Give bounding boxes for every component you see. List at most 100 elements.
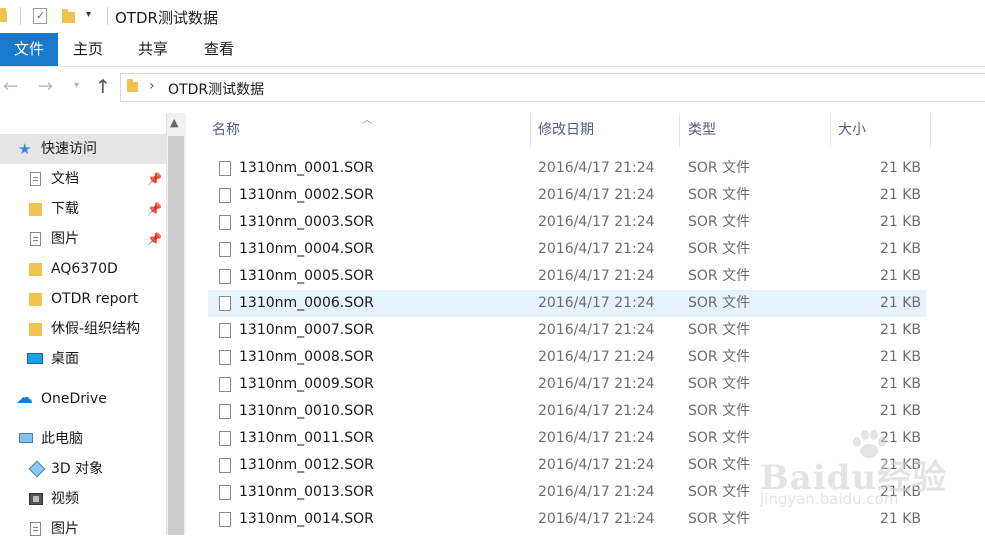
- forward-button[interactable]: →: [38, 76, 53, 97]
- customize-quick-access-dropdown[interactable]: ▾: [86, 9, 91, 20]
- folder-icon: [29, 323, 42, 336]
- back-button[interactable]: ←: [3, 76, 18, 97]
- sidebar-item-label: 此电脑: [41, 431, 83, 447]
- sidebar-item-label: 下载: [51, 201, 79, 217]
- sidebar-item-downloads[interactable]: 下载 📌: [0, 194, 166, 224]
- file-name: 1310nm_0014.SOR: [239, 511, 374, 527]
- sidebar-item-label: OTDR report: [51, 291, 139, 307]
- file-name: 1310nm_0006.SOR: [239, 295, 374, 311]
- file-icon: [219, 485, 231, 500]
- sidebar-item-vacation-org[interactable]: 休假-组织结构: [0, 314, 166, 344]
- window-title: OTDR测试数据: [115, 9, 218, 27]
- file-modified-date: 2016/4/17 21:24: [538, 484, 655, 500]
- sidebar-item-pictures[interactable]: 图片 📌: [0, 224, 166, 254]
- recent-locations-dropdown[interactable]: ▾: [74, 80, 79, 91]
- column-header-size[interactable]: 大小: [838, 113, 866, 147]
- column-header-date[interactable]: 修改日期: [538, 113, 594, 147]
- table-row[interactable]: 1310nm_0006.SOR 2016/4/17 21:24 SOR 文件 21 K…: [208, 290, 926, 317]
- file-icon: [219, 458, 231, 473]
- file-modified-date: 2016/4/17 21:24: [538, 349, 655, 365]
- column-header-name[interactable]: 名称: [212, 113, 240, 147]
- sidebar-item-3d-objects[interactable]: 3D 对象: [0, 454, 166, 484]
- file-modified-date: 2016/4/17 21:24: [538, 511, 655, 527]
- video-icon: [29, 493, 43, 505]
- table-row[interactable]: 1310nm_0004.SOR 2016/4/17 21:24 SOR 文件 21 K…: [208, 236, 926, 263]
- column-divider[interactable]: [530, 113, 531, 147]
- sidebar-item-label: 文档: [51, 171, 79, 187]
- sidebar-item-label: 休假-组织结构: [51, 321, 141, 337]
- file-type: SOR 文件: [688, 484, 751, 500]
- column-divider[interactable]: [930, 113, 931, 147]
- sidebar-item-documents[interactable]: 文档 📌: [0, 164, 166, 194]
- file-type: SOR 文件: [688, 160, 751, 176]
- tab-share[interactable]: 共享: [122, 33, 184, 66]
- file-icon: [219, 296, 231, 311]
- file-type: SOR 文件: [688, 376, 751, 392]
- watermark-url: jingyan.baidu.com: [760, 490, 899, 508]
- file-name: 1310nm_0008.SOR: [239, 349, 374, 365]
- table-row[interactable]: 1310nm_0007.SOR 2016/4/17 21:24 SOR 文件 21 K…: [208, 317, 926, 344]
- sidebar-item-label: 视频: [51, 491, 79, 507]
- pin-icon[interactable]: 📌: [147, 194, 162, 224]
- sidebar-item-onedrive[interactable]: ☁ OneDrive: [0, 384, 166, 414]
- table-row[interactable]: 1310nm_0010.SOR 2016/4/17 21:24 SOR 文件 21 K…: [208, 398, 926, 425]
- sidebar-item-this-pc[interactable]: 此电脑: [0, 424, 166, 454]
- file-modified-date: 2016/4/17 21:24: [538, 187, 655, 203]
- sidebar-item-quick-access[interactable]: ★ 快速访问: [0, 134, 166, 164]
- properties-icon[interactable]: ✓: [33, 8, 47, 24]
- file-size: 21 KB: [879, 322, 921, 338]
- file-size: 21 KB: [879, 160, 921, 176]
- file-modified-date: 2016/4/17 21:24: [538, 268, 655, 284]
- sidebar-item-desktop[interactable]: 桌面: [0, 344, 166, 374]
- up-button[interactable]: ↑: [95, 76, 111, 98]
- table-row[interactable]: 1310nm_0001.SOR 2016/4/17 21:24 SOR 文件 21 K…: [208, 155, 926, 182]
- ribbon-tabs: 文件 主页 共享 查看: [0, 33, 985, 67]
- file-size: 21 KB: [879, 214, 921, 230]
- file-icon: [219, 377, 231, 392]
- sidebar-item-videos[interactable]: 视频: [0, 484, 166, 514]
- file-size: 21 KB: [879, 376, 921, 392]
- scrollbar-thumb[interactable]: [168, 136, 184, 535]
- tab-view[interactable]: 查看: [188, 33, 250, 66]
- file-name: 1310nm_0007.SOR: [239, 322, 374, 338]
- baidu-watermark: Baidu经验 jingyan.baidu.com: [760, 428, 960, 518]
- chevron-right-icon[interactable]: ›: [149, 78, 155, 94]
- address-path[interactable]: OTDR测试数据: [168, 79, 264, 99]
- file-size: 21 KB: [879, 187, 921, 203]
- file-type: SOR 文件: [688, 241, 751, 257]
- file-size: 21 KB: [879, 403, 921, 419]
- pin-icon[interactable]: 📌: [147, 224, 162, 254]
- file-name: 1310nm_0004.SOR: [239, 241, 374, 257]
- file-size: 21 KB: [879, 295, 921, 311]
- new-folder-icon[interactable]: [62, 9, 75, 23]
- sidebar-item-label: OneDrive: [41, 391, 107, 407]
- tab-home[interactable]: 主页: [58, 33, 118, 66]
- file-icon: [219, 242, 231, 257]
- computer-icon: [19, 433, 33, 443]
- file-icon: [219, 188, 231, 203]
- file-type: SOR 文件: [688, 322, 751, 338]
- table-row[interactable]: 1310nm_0003.SOR 2016/4/17 21:24 SOR 文件 21 K…: [208, 209, 926, 236]
- column-divider[interactable]: [830, 113, 831, 147]
- file-size: 21 KB: [879, 349, 921, 365]
- sidebar-item-label: 桌面: [51, 351, 79, 367]
- sidebar-item-otdr-report[interactable]: OTDR report: [0, 284, 166, 314]
- column-divider[interactable]: [679, 113, 680, 147]
- column-header-type[interactable]: 类型: [688, 113, 716, 147]
- table-row[interactable]: 1310nm_0009.SOR 2016/4/17 21:24 SOR 文件 21 K…: [208, 371, 926, 398]
- pin-icon[interactable]: 📌: [147, 164, 162, 194]
- tab-file[interactable]: 文件: [0, 33, 58, 66]
- table-row[interactable]: 1310nm_0005.SOR 2016/4/17 21:24 SOR 文件 21 K…: [208, 263, 926, 290]
- sidebar-item-label: 图片: [51, 231, 79, 247]
- table-row[interactable]: 1310nm_0008.SOR 2016/4/17 21:24 SOR 文件 21 K…: [208, 344, 926, 371]
- folder-icon: [127, 79, 138, 92]
- scroll-up-icon[interactable]: ▲: [170, 116, 178, 129]
- sidebar-item-pc-pictures[interactable]: 图片: [0, 514, 166, 544]
- file-icon: [219, 161, 231, 176]
- 3d-objects-icon: [28, 460, 46, 478]
- table-row[interactable]: 1310nm_0002.SOR 2016/4/17 21:24 SOR 文件 21 K…: [208, 182, 926, 209]
- file-type: SOR 文件: [688, 187, 751, 203]
- title-bar: ✓ ▾ OTDR测试数据: [0, 0, 985, 33]
- file-type: SOR 文件: [688, 295, 751, 311]
- sidebar-item-aq6370d[interactable]: AQ6370D: [0, 254, 166, 284]
